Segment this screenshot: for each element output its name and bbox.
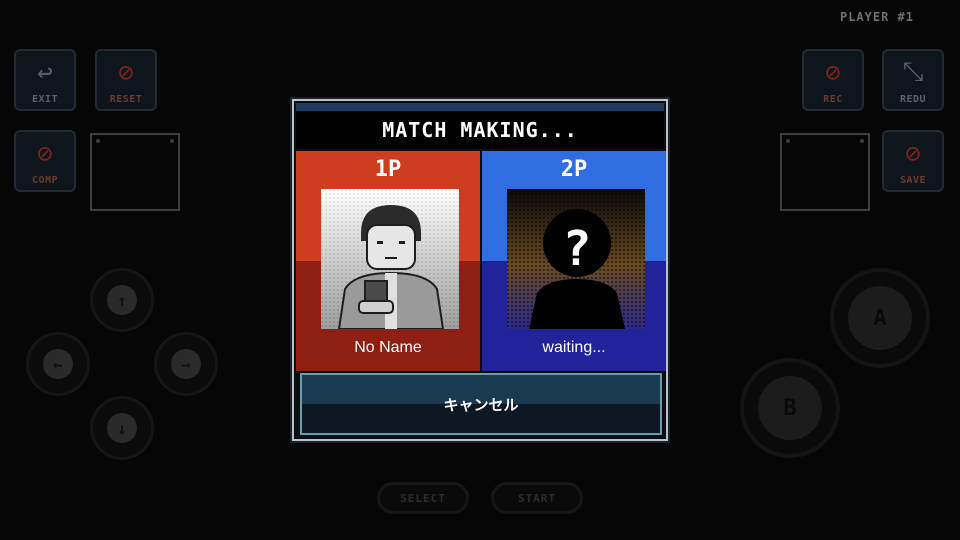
- rec-label: REC: [823, 94, 843, 105]
- dialog-title: MATCH MAKING...: [382, 118, 578, 142]
- player1-tag: 1P: [374, 157, 402, 182]
- reset-button[interactable]: ⊘ RESET: [95, 49, 157, 111]
- b-button[interactable]: B: [740, 358, 840, 458]
- dpad-up-button[interactable]: ↑: [90, 268, 154, 332]
- redu-label: REDU: [899, 94, 927, 105]
- arrow-right-icon: →: [171, 349, 201, 379]
- match-making-dialog: MATCH MAKING... 1P No Name 2P ? waiting.…: [292, 99, 668, 441]
- save-disabled-icon: ⊘: [905, 138, 921, 169]
- left-slot-box[interactable]: [90, 133, 180, 211]
- dpad-left-button[interactable]: ←: [26, 332, 90, 396]
- save-label: SAVE: [899, 175, 927, 186]
- dpad-down-button[interactable]: ↓: [90, 396, 154, 460]
- player1-avatar: [321, 189, 459, 329]
- arrow-up-icon: ↑: [107, 285, 137, 315]
- right-slot-box[interactable]: [780, 133, 870, 211]
- svg-text:?: ?: [563, 221, 592, 277]
- emulator-screen: PLAYER #1 ↩ EXIT ⊘ RESET ⊘ COMP ⊘ REC ⤡ …: [0, 0, 960, 540]
- shrink-icon: ⤡: [902, 57, 924, 87]
- select-button[interactable]: SELECT: [377, 482, 469, 514]
- b-button-label: B: [758, 376, 822, 440]
- player1-panel: 1P No Name: [296, 151, 480, 371]
- player2-status: waiting...: [542, 339, 606, 356]
- comp-label: COMP: [31, 175, 59, 186]
- player1-name: No Name: [354, 339, 422, 356]
- player2-panel: 2P ? waiting...: [482, 151, 666, 371]
- comp-disabled-icon: ⊘: [37, 138, 53, 169]
- comp-button[interactable]: ⊘ COMP: [14, 130, 76, 192]
- rec-button[interactable]: ⊘ REC: [802, 49, 864, 111]
- back-arrow-icon: ↩: [37, 57, 53, 88]
- reset-label: RESET: [109, 94, 143, 105]
- reset-disabled-icon: ⊘: [118, 57, 134, 88]
- redu-button[interactable]: ⤡ REDU: [882, 49, 944, 111]
- exit-button[interactable]: ↩ EXIT: [14, 49, 76, 111]
- a-button[interactable]: A: [830, 268, 930, 368]
- dialog-title-bar: MATCH MAKING...: [296, 103, 664, 149]
- cancel-label: キャンセル: [443, 395, 519, 414]
- dpad-right-button[interactable]: →: [154, 332, 218, 396]
- player-label: PLAYER #1: [839, 10, 914, 24]
- arrow-down-icon: ↓: [107, 413, 137, 443]
- save-button[interactable]: ⊘ SAVE: [882, 130, 944, 192]
- a-button-label: A: [848, 286, 912, 350]
- player2-placeholder-avatar: ?: [507, 189, 645, 329]
- exit-label: EXIT: [31, 94, 59, 105]
- arrow-left-icon: ←: [43, 349, 73, 379]
- record-disabled-icon: ⊘: [825, 57, 841, 88]
- player2-tag: 2P: [560, 157, 588, 182]
- start-button[interactable]: START: [491, 482, 583, 514]
- cancel-button[interactable]: キャンセル: [300, 373, 662, 435]
